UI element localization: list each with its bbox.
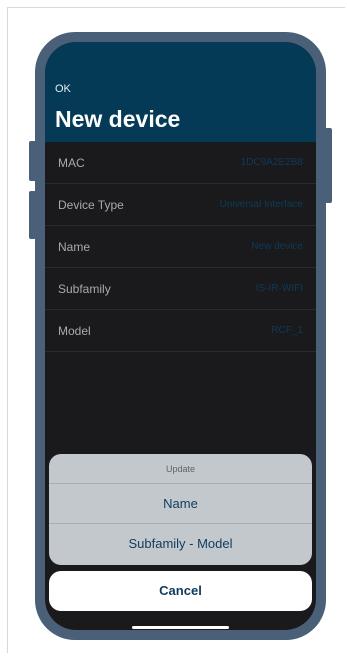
device-field-list: MAC 1DC9A2E2B8 Device Type Universal Int… [45,142,316,352]
action-sheet-title: Update [49,454,312,484]
power-button [325,128,332,203]
phone-screen: OK New device MAC 1DC9A2E2B8 Device Type… [45,42,316,630]
field-row-name[interactable]: Name New device [45,226,316,268]
field-value: RCF_1 [271,325,303,336]
field-row-mac[interactable]: MAC 1DC9A2E2B8 [45,142,316,184]
field-row-device-type[interactable]: Device Type Universal Interface [45,184,316,226]
field-value: 1DC9A2E2B8 [240,157,303,168]
field-label: Device Type [58,198,124,212]
field-label: MAC [58,156,85,170]
update-subfamily-model-button[interactable]: Subfamily - Model [49,524,312,565]
page-title: New device [55,106,181,132]
phone-frame: OK New device MAC 1DC9A2E2B8 Device Type… [35,32,326,640]
field-value: Universal Interface [219,199,303,210]
field-label: Model [58,324,91,338]
update-action-sheet: Update Name Subfamily - Model [49,454,312,565]
field-value: New device [251,241,303,252]
update-name-button[interactable]: Name [49,484,312,524]
home-indicator [132,626,229,629]
field-row-subfamily[interactable]: Subfamily IS-IR-WIFI [45,268,316,310]
field-row-model[interactable]: Model RCF_1 [45,310,316,352]
field-label: Name [58,240,91,254]
field-value: IS-IR-WIFI [255,283,303,294]
cancel-button[interactable]: Cancel [49,571,312,611]
field-label: Subfamily [58,282,111,296]
navigation-header: OK New device [45,42,316,142]
ok-button[interactable]: OK [55,83,71,95]
